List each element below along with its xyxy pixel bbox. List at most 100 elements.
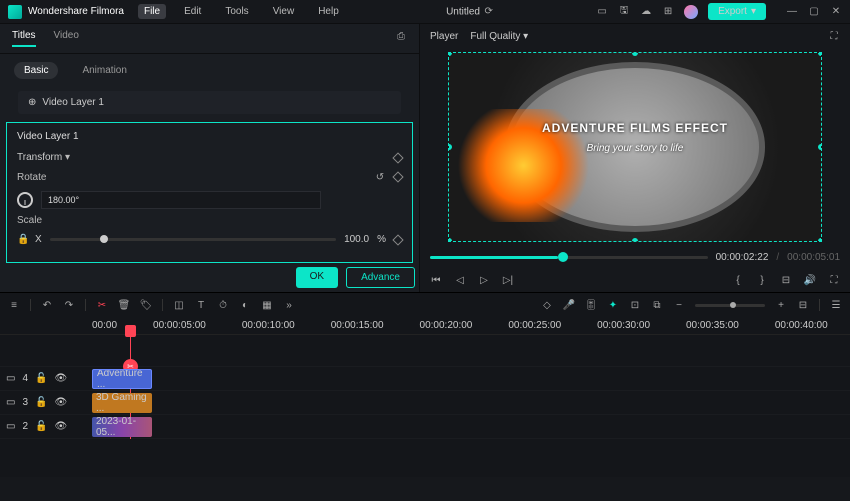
track-menu-icon[interactable]: ▭ — [6, 397, 15, 408]
frame-back-icon[interactable]: ◁ — [454, 274, 466, 286]
transform-label[interactable]: Transform ▾ — [17, 152, 70, 163]
keyframe-rotate[interactable] — [392, 171, 403, 182]
rotate-knob[interactable] — [17, 192, 33, 208]
crop-icon[interactable]: ◫ — [173, 299, 185, 311]
tab-titles[interactable]: Titles — [12, 30, 36, 47]
handle-tl[interactable] — [448, 52, 452, 56]
scissors-icon[interactable]: ✂ — [96, 299, 108, 311]
mixer-icon[interactable]: 🎚 — [585, 299, 597, 311]
subtab-animation[interactable]: Animation — [72, 62, 136, 79]
titlebar: Wondershare Filmora File Edit Tools View… — [0, 0, 850, 24]
subtab-basic[interactable]: Basic — [14, 62, 58, 79]
properties-panel: Titles Video ⎙ Basic Animation ⊕ Video L… — [0, 24, 420, 292]
tag-icon[interactable]: 🏷 — [140, 299, 152, 311]
snap-icon[interactable]: ⊡ — [629, 299, 641, 311]
refresh-icon[interactable]: ⟳ — [483, 6, 495, 18]
clip-video[interactable]: 2023-01-05... — [92, 417, 152, 437]
player-panel: Player Full Quality ▾ ⛶ ADVENTURE FILMS … — [420, 24, 850, 292]
redo-icon[interactable]: ↷ — [63, 299, 75, 311]
ai-icon[interactable]: ✦ — [607, 299, 619, 311]
avatar-icon[interactable] — [684, 5, 698, 19]
cut-icon[interactable]: ⊟ — [780, 274, 792, 286]
menu-view[interactable]: View — [267, 4, 301, 19]
expand-icon: ⊕ — [28, 97, 36, 108]
greenscreen-icon[interactable]: ▦ — [261, 299, 273, 311]
brace-left-icon[interactable]: { — [732, 274, 744, 286]
eye-icon[interactable]: 👁 — [54, 373, 67, 384]
mic-icon[interactable]: 🎤 — [563, 299, 575, 311]
handle-bl[interactable] — [448, 238, 452, 242]
zoom-in-icon[interactable]: + — [775, 299, 787, 311]
minimize-icon[interactable]: — — [786, 6, 798, 18]
quality-select[interactable]: Full Quality ▾ — [470, 31, 528, 42]
menu-tools[interactable]: Tools — [219, 4, 254, 19]
menu-edit[interactable]: Edit — [178, 4, 207, 19]
snapshot-icon[interactable]: ⛶ — [828, 30, 840, 42]
volume-icon[interactable]: 🔊 — [804, 274, 816, 286]
save-icon[interactable]: 🖫 — [618, 6, 630, 18]
preview-canvas[interactable]: ADVENTURE FILMS EFFECT Bring your story … — [448, 52, 822, 242]
speed-icon[interactable]: ⏱ — [217, 299, 229, 311]
list-icon[interactable]: ☰ — [830, 299, 842, 311]
options-icon[interactable]: ≡ — [8, 299, 20, 311]
tab-video[interactable]: Video — [54, 30, 79, 47]
lock-icon[interactable]: 🔓 — [35, 373, 47, 384]
zoom-out-icon[interactable]: − — [673, 299, 685, 311]
lock-icon[interactable]: 🔓 — [35, 421, 47, 432]
keyframe-scale[interactable] — [392, 234, 403, 245]
more-icon[interactable]: » — [283, 299, 295, 311]
scale-slider[interactable] — [50, 238, 336, 241]
maximize-icon[interactable]: ▢ — [808, 6, 820, 18]
marker-a-icon[interactable]: ◇ — [541, 299, 553, 311]
handle-bm[interactable] — [632, 238, 638, 242]
clip-gaming[interactable]: 3D Gaming ... — [92, 393, 152, 413]
close-icon[interactable]: ✕ — [830, 6, 842, 18]
handle-mr[interactable] — [818, 144, 822, 150]
track-menu-icon[interactable]: ▭ — [6, 373, 15, 384]
save-preset-icon[interactable]: ⎙ — [395, 30, 407, 42]
advance-button[interactable]: Advance — [346, 267, 415, 288]
menu-help[interactable]: Help — [312, 4, 345, 19]
text-icon[interactable]: T — [195, 299, 207, 311]
prev-icon[interactable]: ⏮ — [430, 274, 442, 286]
color-icon[interactable]: ◐ — [239, 299, 251, 311]
layer-label: Video Layer 1 — [42, 97, 104, 108]
handle-br[interactable] — [818, 238, 822, 242]
app-name: Wondershare Filmora — [28, 6, 124, 17]
zoom-slider[interactable] — [695, 304, 765, 307]
eye-icon[interactable]: 👁 — [54, 397, 67, 408]
fullscreen-icon[interactable]: ⛶ — [828, 274, 840, 286]
lock-icon[interactable]: 🔒 — [17, 234, 27, 245]
grid-icon[interactable]: ⊞ — [662, 6, 674, 18]
duration: 00:00:05:01 — [787, 252, 840, 263]
project-title: Untitled ⟳ — [345, 6, 596, 18]
menu-file[interactable]: File — [138, 4, 166, 19]
clip-adventure[interactable]: Adventure ... — [92, 369, 152, 389]
handle-tm[interactable] — [632, 52, 638, 56]
layer-item[interactable]: ⊕ Video Layer 1 — [18, 91, 401, 114]
eye-icon[interactable]: 👁 — [54, 421, 67, 432]
undo-icon[interactable]: ↶ — [41, 299, 53, 311]
fit-icon[interactable]: ⊟ — [797, 299, 809, 311]
x-label: X — [35, 234, 42, 245]
export-button[interactable]: Export▾ — [708, 3, 766, 20]
link-icon[interactable]: ⧉ — [651, 299, 663, 311]
preview-area[interactable]: ADVENTURE FILMS EFFECT Bring your story … — [420, 48, 850, 246]
delete-icon[interactable]: 🗑 — [118, 299, 130, 311]
rotate-input[interactable] — [41, 191, 321, 209]
top-actions: ▭ 🖫 ☁ ⊞ Export▾ — ▢ ✕ — [596, 3, 842, 20]
handle-tr[interactable] — [818, 52, 822, 56]
brace-right-icon[interactable]: } — [756, 274, 768, 286]
ok-button[interactable]: OK — [296, 267, 338, 288]
menubar: File Edit Tools View Help — [138, 4, 345, 19]
lock-icon[interactable]: 🔓 — [35, 397, 47, 408]
play-icon[interactable]: ▷ — [478, 274, 490, 286]
scrub-track[interactable] — [430, 256, 708, 259]
reset-icon[interactable]: ↺ — [374, 171, 386, 183]
monitor-icon[interactable]: ▭ — [596, 6, 608, 18]
scale-value: 100.0 — [344, 234, 369, 245]
track-menu-icon[interactable]: ▭ — [6, 421, 15, 432]
keyframe-transform[interactable] — [392, 152, 403, 163]
cloud-icon[interactable]: ☁ — [640, 6, 652, 18]
frame-fwd-icon[interactable]: ▷| — [502, 274, 514, 286]
